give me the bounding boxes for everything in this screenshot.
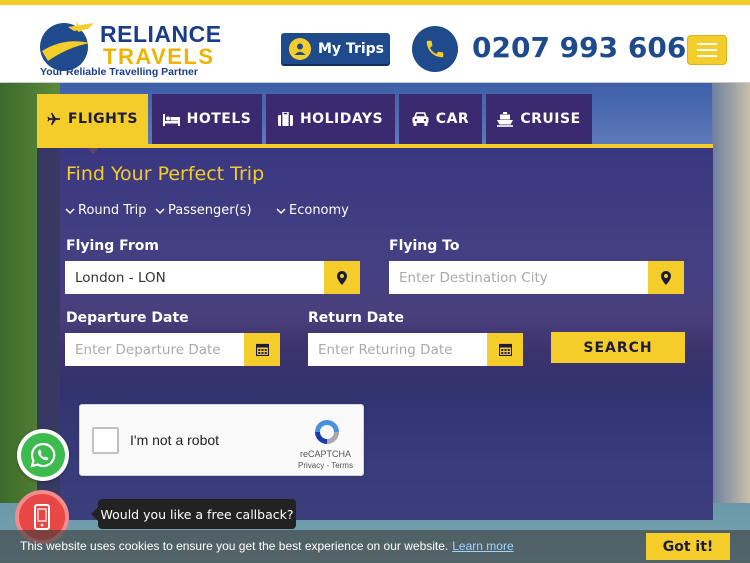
cookie-banner: This website uses cookies to ensure you … (0, 530, 750, 563)
tab-flights[interactable]: FLIGHTS (37, 94, 148, 154)
return-date-input[interactable]: Enter Returing Date (308, 342, 487, 358)
mobile-phone-icon (34, 504, 50, 530)
bed-icon (162, 113, 180, 126)
recaptcha-logo-icon (315, 420, 339, 444)
departure-date-input[interactable]: Enter Departure Date (65, 342, 244, 358)
trip-type-dropdown[interactable]: Round Trip (65, 203, 147, 218)
chevron-down-icon (155, 207, 165, 214)
calendar-icon[interactable] (244, 333, 280, 366)
flying-to-input[interactable]: Enter Destination City (389, 270, 648, 286)
learn-more-link[interactable]: Learn more (452, 539, 513, 553)
car-icon (412, 112, 429, 126)
phone-number[interactable]: 0207 993 6068 (472, 31, 706, 64)
booking-tabs: FLIGHTS HOTELS HOLIDAYS CAR CRUISE (37, 94, 592, 154)
site-header: RELIANCE TRAVELS Your Reliable Travellin… (0, 5, 750, 83)
cabin-class-dropdown[interactable]: Economy (276, 203, 349, 218)
tab-cruise-label: CRUISE (520, 111, 581, 127)
brand-tagline: Your Reliable Travelling Partner (40, 66, 198, 78)
trip-type-value: Round Trip (78, 203, 147, 218)
recaptcha-widget: I'm not a robot reCAPTCHA Privacy - Term… (79, 404, 364, 476)
recaptcha-privacy-terms[interactable]: Privacy - Terms (298, 461, 353, 470)
whatsapp-button[interactable] (17, 429, 69, 481)
chevron-down-icon (65, 207, 75, 214)
recaptcha-label: I'm not a robot (130, 432, 220, 448)
tab-car-label: CAR (435, 111, 470, 127)
tab-car[interactable]: CAR (399, 94, 482, 144)
return-date-field[interactable]: Enter Returing Date (308, 333, 523, 366)
flying-to-field[interactable]: Enter Destination City (389, 261, 684, 294)
plane-icon (47, 112, 61, 126)
tab-cruise[interactable]: CRUISE (486, 94, 592, 144)
tab-flights-label: FLIGHTS (67, 111, 139, 127)
map-marker-icon[interactable] (324, 261, 360, 294)
passengers-value: Passenger(s) (168, 203, 252, 218)
flying-to-label: Flying To (389, 238, 460, 254)
departure-date-label: Departure Date (66, 310, 189, 326)
user-icon (289, 37, 311, 60)
cookie-accept-button[interactable]: Got it! (646, 533, 730, 560)
search-panel-title: Find Your Perfect Trip (66, 163, 265, 185)
callback-tooltip: Would you like a free callback? (91, 499, 296, 529)
departure-date-field[interactable]: Enter Departure Date (65, 333, 280, 366)
return-date-label: Return Date (308, 310, 404, 326)
recaptcha-checkbox[interactable] (92, 427, 119, 454)
cabin-class-value: Economy (289, 203, 349, 218)
flying-from-label: Flying From (66, 238, 159, 254)
flying-from-field[interactable]: London - LON (65, 261, 360, 294)
tab-hotels-label: HOTELS (186, 111, 252, 127)
map-marker-icon[interactable] (648, 261, 684, 294)
tab-holidays[interactable]: HOLIDAYS (266, 94, 395, 144)
cookie-message: This website uses cookies to ensure you … (20, 539, 514, 553)
ship-icon (497, 111, 514, 127)
tab-hotels[interactable]: HOTELS (152, 94, 262, 144)
recaptcha-brand: reCAPTCHA (300, 449, 352, 459)
brand-logo[interactable]: RELIANCE TRAVELS Your Reliable Travellin… (38, 17, 221, 79)
hamburger-icon (697, 43, 717, 45)
search-button[interactable]: SEARCH (551, 332, 685, 363)
whatsapp-icon (30, 442, 56, 468)
chevron-down-icon (276, 207, 286, 214)
my-trips-label: My Trips (318, 40, 385, 57)
tab-holidays-label: HOLIDAYS (299, 111, 384, 127)
suitcase-icon (277, 112, 293, 126)
hamburger-menu-button[interactable] (687, 35, 727, 65)
flying-from-input[interactable]: London - LON (65, 270, 324, 286)
phone-icon[interactable] (412, 26, 458, 72)
calendar-icon[interactable] (487, 333, 523, 366)
my-trips-button[interactable]: My Trips (281, 33, 390, 64)
passengers-dropdown[interactable]: Passenger(s) (155, 203, 252, 218)
